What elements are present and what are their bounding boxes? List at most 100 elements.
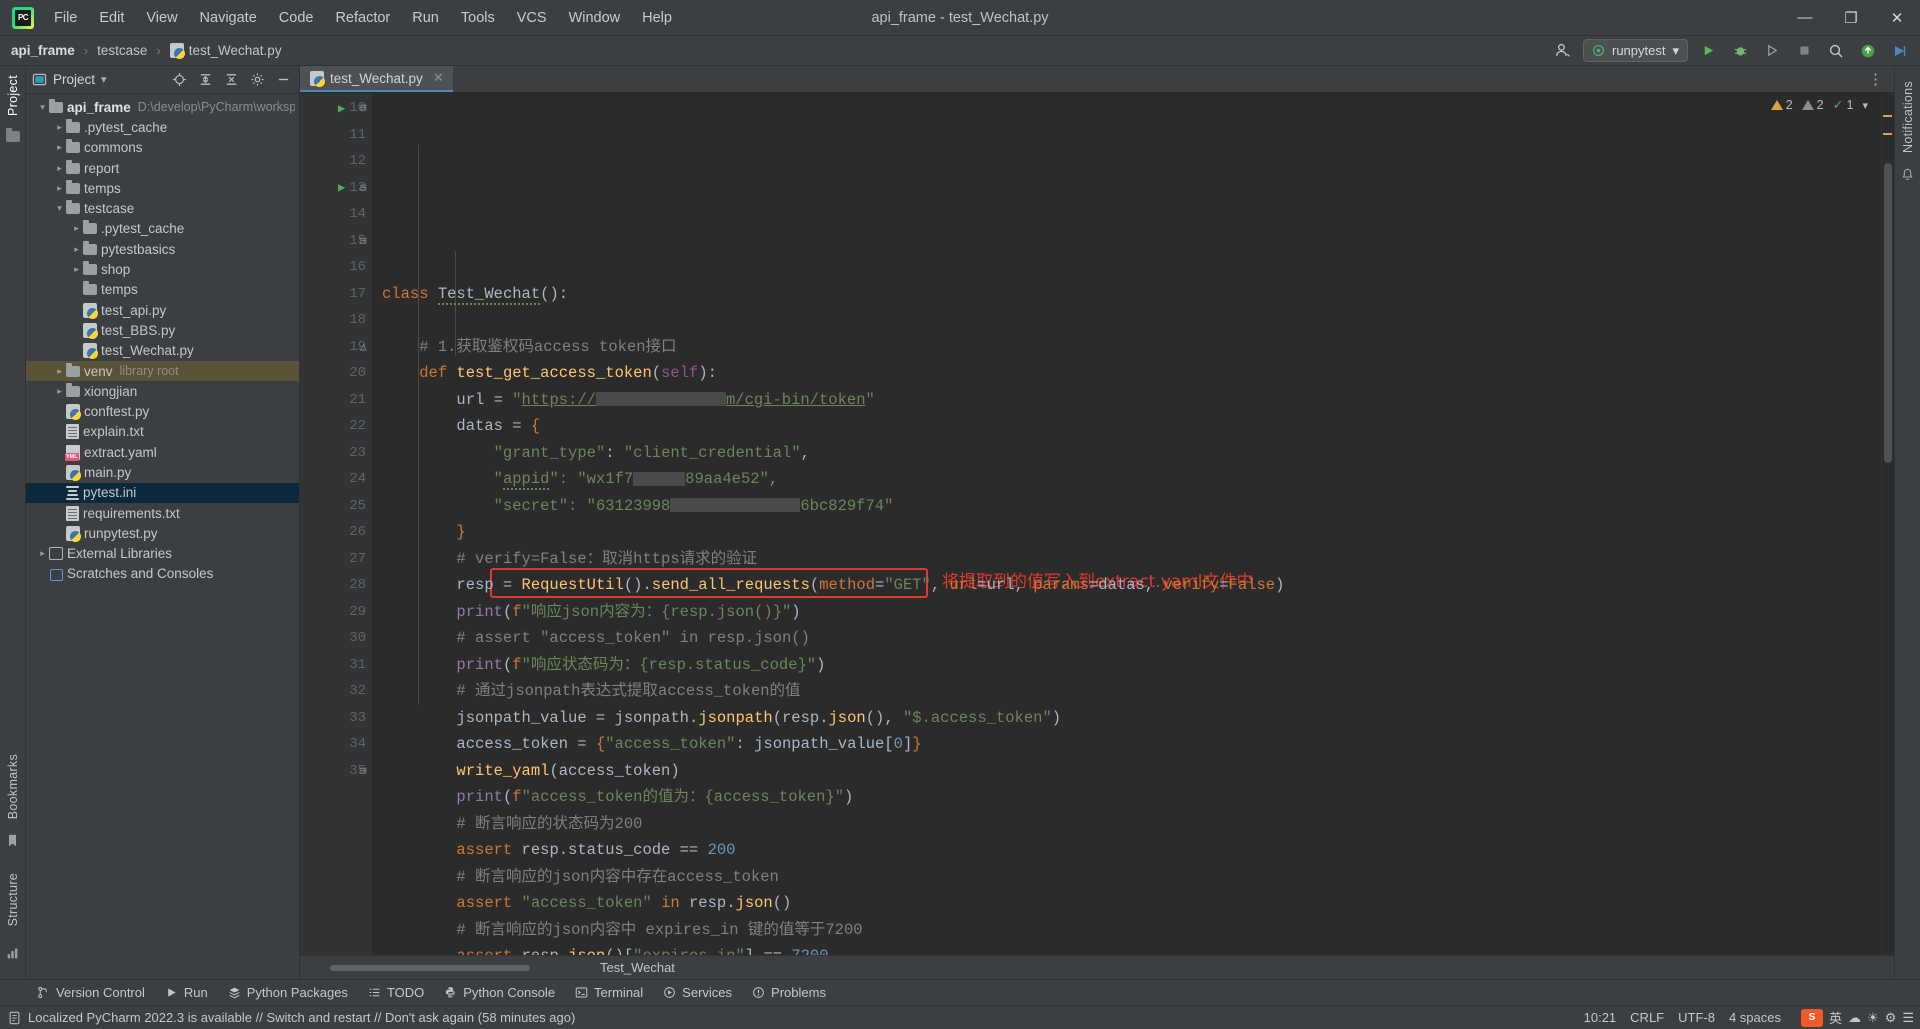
code-line-29[interactable]: print(f"access_token的值为：{access_token}") [372, 784, 1881, 811]
gutter-row-22[interactable]: 22 [300, 413, 372, 440]
code-line-13[interactable]: def test_get_access_token(self): [372, 360, 1881, 387]
gutter-row-23[interactable]: 23 [300, 440, 372, 467]
gutter-row-12[interactable]: 12 [300, 148, 372, 175]
gutter-row-33[interactable]: 33 [300, 705, 372, 732]
code-line-18[interactable]: "secret": "63123998 6bc829f74" [372, 493, 1881, 520]
code-line-14[interactable]: url = "https://m/cgi-bin/token" [372, 387, 1881, 414]
notifications-bell-icon[interactable] [1901, 168, 1914, 187]
gutter-row-14[interactable]: 14 [300, 201, 372, 228]
code-line-27[interactable]: access_token = {"access_token": jsonpath… [372, 731, 1881, 758]
tree-item-explain-txt[interactable]: explain.txt [26, 422, 299, 442]
updates-icon[interactable] [1856, 39, 1880, 63]
code-line-25[interactable]: # 通过jsonpath表达式提取access_token的值 [372, 678, 1881, 705]
status-message[interactable]: Localized PyCharm 2022.3 is available //… [8, 1010, 575, 1025]
code-line-22[interactable]: print(f"响应json内容为：{resp.json()}") [372, 599, 1881, 626]
breadcrumb-testcase[interactable]: testcase [94, 42, 150, 59]
sidebar-tab-project[interactable]: Project [3, 66, 23, 125]
inspection-widget[interactable]: 2 2 ✓ 1 ▾ [1770, 97, 1868, 113]
editor-code-content[interactable]: 将提取到的值写入到extract.yaml文件中 class Test_Wech… [372, 93, 1881, 955]
tree-item-shop[interactable]: shop [26, 259, 299, 279]
tree-item-test-wechat-py[interactable]: test_Wechat.py [26, 341, 299, 361]
code-editor[interactable]: 10 ▶ ⊟ 11 12 13 ▶ ⊟ 14 15 ⊟ 16 17 18 19 △ 20 21 22 23 24 25 26… [300, 93, 1894, 955]
tree-item-xiongjian[interactable]: xiongjian [26, 381, 299, 401]
scrollbar-thumb[interactable] [1884, 163, 1892, 463]
sogou-ime-icon[interactable]: S [1801, 1008, 1824, 1027]
tree-item-main-py[interactable]: main.py [26, 462, 299, 482]
chevron-down-icon[interactable] [53, 203, 66, 214]
menu-item-navigate[interactable]: Navigate [190, 6, 267, 30]
user-account-icon[interactable] [1551, 39, 1575, 63]
chevron-right-icon[interactable] [70, 244, 83, 255]
gutter-row-19[interactable]: 19 △ [300, 334, 372, 361]
code-line-23[interactable]: # assert "access_token" in resp.json() [372, 625, 1881, 652]
collapse-all-icon[interactable] [221, 70, 241, 90]
status-message-text[interactable]: Localized PyCharm 2022.3 is available //… [28, 1010, 575, 1025]
tool-window-python-packages[interactable]: Python Packages [219, 983, 357, 1002]
select-opened-file-icon[interactable] [169, 70, 189, 90]
editor-options-kebab-icon[interactable]: ⋮ [1858, 66, 1894, 92]
code-line-31[interactable]: assert resp.status_code == 200 [372, 837, 1881, 864]
gutter-row-34[interactable]: 34 [300, 731, 372, 758]
gutter-row-29[interactable]: 29 [300, 599, 372, 626]
chevron-right-icon[interactable] [53, 122, 66, 133]
tree-item--pytest-cache[interactable]: .pytest_cache [26, 117, 299, 137]
tree-item-conftest-py[interactable]: conftest.py [26, 401, 299, 421]
horizontal-scroll-area[interactable] [300, 964, 600, 971]
tree-item-external-libraries[interactable]: External Libraries [26, 544, 299, 564]
menu-item-tools[interactable]: Tools [451, 6, 505, 30]
minimize-button[interactable]: — [1782, 0, 1828, 36]
fold-collapse-icon[interactable]: ⊟ [360, 181, 367, 195]
tree-item-test-api-py[interactable]: test_api.py [26, 300, 299, 320]
gutter-row-16[interactable]: 16 [300, 254, 372, 281]
indent-setting[interactable]: 4 spaces [1729, 1010, 1781, 1025]
run-gutter-icon[interactable]: ▶ [338, 180, 345, 195]
sidebar-tab-notifications[interactable]: Notifications [1898, 72, 1918, 162]
gutter-row-32[interactable]: 32 [300, 678, 372, 705]
gutter-row-18[interactable]: 18 [300, 307, 372, 334]
menu-item-help[interactable]: Help [632, 6, 682, 30]
settings-gear-icon[interactable] [247, 70, 267, 90]
tray-icon-4[interactable]: ☰ [1902, 1010, 1914, 1026]
project-tree[interactable]: api_frame D:\develop\PyCharm\worksp .pytes… [26, 94, 299, 979]
chevron-right-icon[interactable] [53, 386, 66, 397]
code-line-24[interactable]: print(f"响应状态码为：{resp.status_code}") [372, 652, 1881, 679]
tree-item-testcase[interactable]: testcase [26, 198, 299, 218]
run-with-coverage-button[interactable] [1760, 39, 1784, 63]
structure-icon[interactable] [6, 947, 19, 965]
tree-item-requirements-txt[interactable]: requirements.txt [26, 503, 299, 523]
gutter-row-13[interactable]: 13 ▶ ⊟ [300, 175, 372, 202]
chevron-right-icon[interactable] [53, 142, 66, 153]
run-gutter-icon[interactable]: ▶ [338, 101, 345, 116]
line-separator[interactable]: CRLF [1630, 1010, 1664, 1025]
gutter-row-27[interactable]: 27 [300, 546, 372, 573]
gutter-row-26[interactable]: 26 [300, 519, 372, 546]
tree-item-venv[interactable]: venv library root [26, 360, 299, 382]
code-line-33[interactable]: assert "access_token" in resp.json() [372, 890, 1881, 917]
tool-window-version-control[interactable]: Version Control [28, 983, 154, 1002]
fold-collapse-icon[interactable]: ⊟ [360, 101, 367, 115]
sidebar-tab-structure[interactable]: Structure [3, 864, 23, 935]
run-configuration-selector[interactable]: runpytest ▾ [1582, 39, 1688, 62]
tree-item-temps[interactable]: temps [26, 280, 299, 300]
breadcrumb-test-wechat-file[interactable]: test_Wechat.py [167, 42, 285, 59]
tree-item-extract-yaml[interactable]: extract.yaml [26, 442, 299, 462]
gutter-row-35[interactable]: 35 ⊟ [300, 758, 372, 785]
gutter-row-30[interactable]: 30 [300, 625, 372, 652]
tree-item-pytestbasics[interactable]: pytestbasics [26, 239, 299, 259]
menu-item-code[interactable]: Code [269, 6, 324, 30]
menu-item-view[interactable]: View [136, 6, 187, 30]
gutter-row-24[interactable]: 24 [300, 466, 372, 493]
tab-test-wechat-py[interactable]: test_Wechat.py ✕ [300, 66, 453, 92]
tree-item--pytest-cache[interactable]: .pytest_cache [26, 219, 299, 239]
ide-and-project-settings-icon[interactable] [1888, 39, 1912, 63]
file-encoding[interactable]: UTF-8 [1678, 1010, 1715, 1025]
code-line-30[interactable]: # 断言响应的状态码为200 [372, 811, 1881, 838]
typos-count[interactable]: ✓ 1 [1833, 97, 1854, 113]
search-icon[interactable] [1824, 39, 1848, 63]
chevron-right-icon[interactable] [53, 366, 66, 377]
run-button[interactable] [1696, 39, 1720, 63]
tool-window-problems[interactable]: Problems [743, 983, 835, 1002]
gutter-row-11[interactable]: 11 [300, 122, 372, 149]
code-breadcrumb-class[interactable]: Test_Wechat [600, 960, 675, 975]
code-line-28[interactable]: write_yaml(access_token) [372, 758, 1881, 785]
